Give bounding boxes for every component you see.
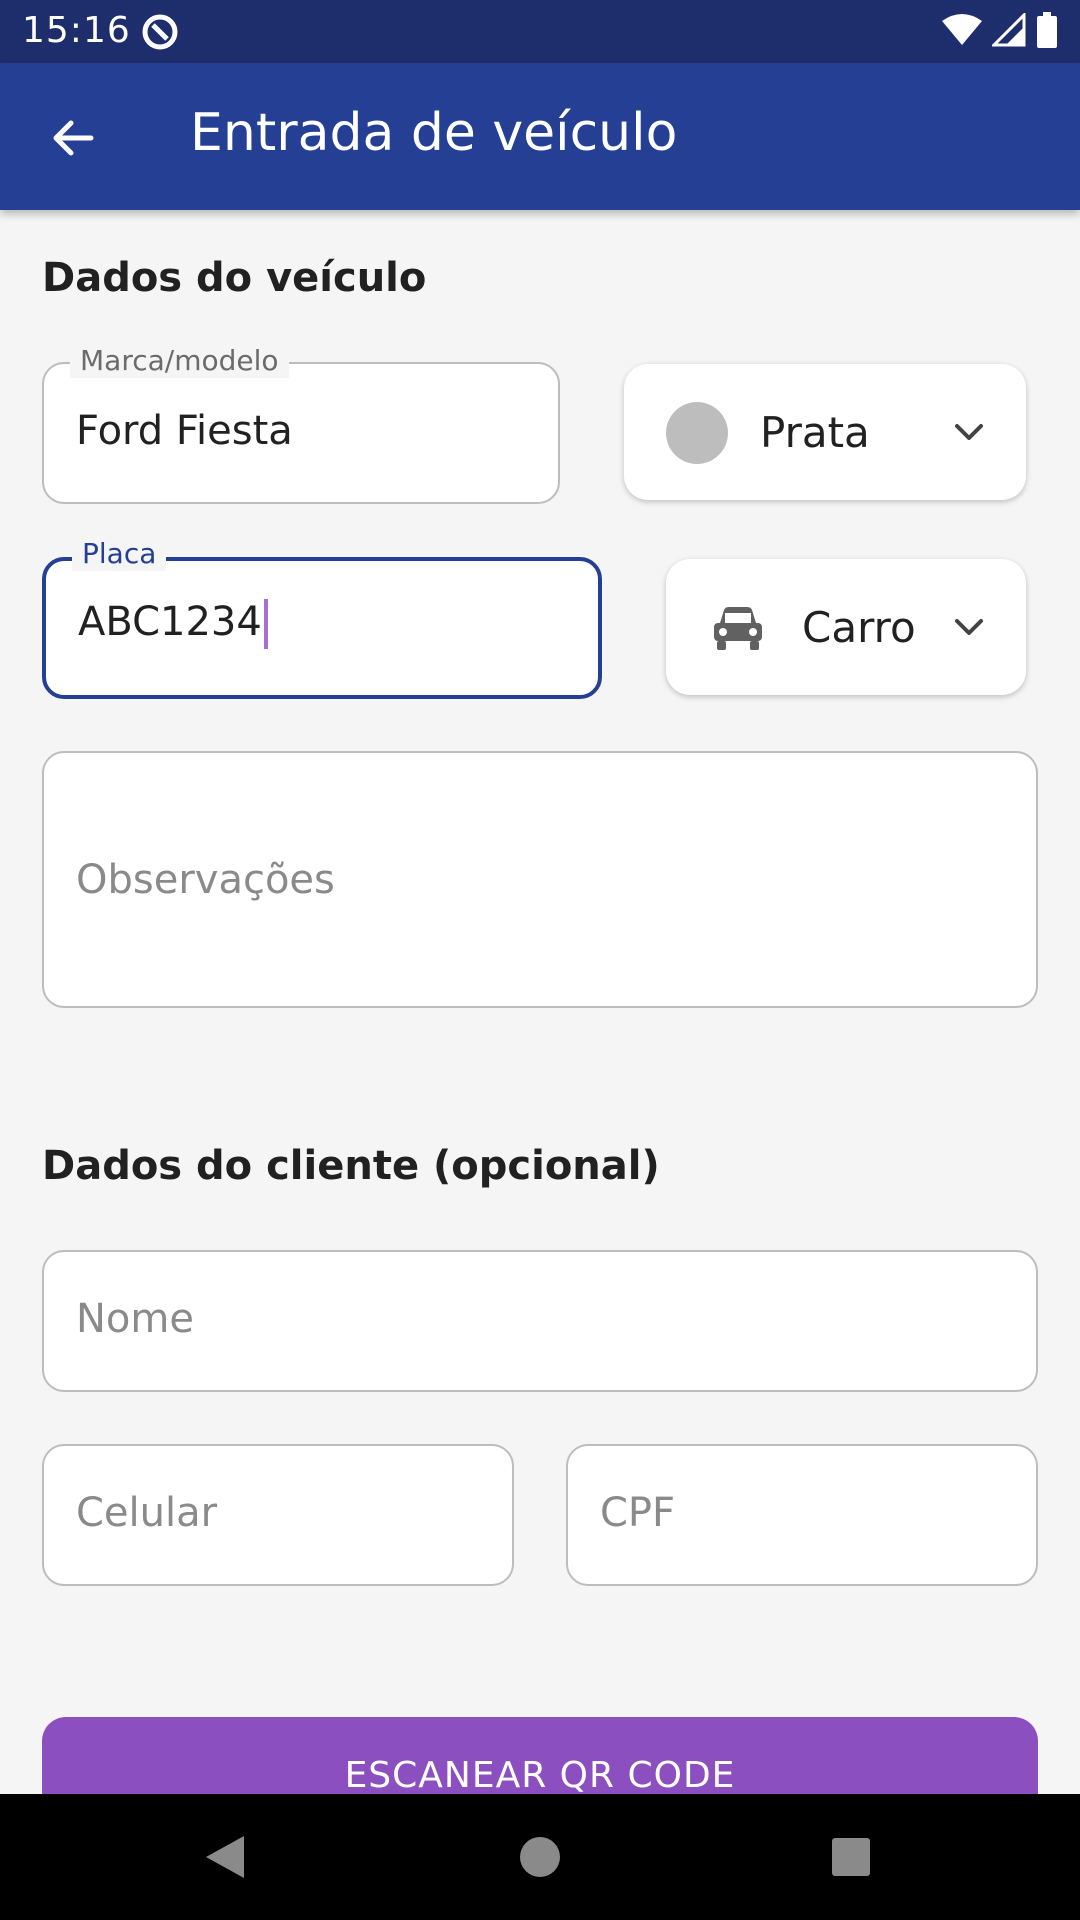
notification-app-icon [142,14,178,50]
plate-text: ABC1234 [78,599,262,645]
cpf-placeholder: CPF [600,1490,676,1536]
brand-model-value: Ford Fiesta [76,408,293,454]
brand-model-field[interactable]: Marca/modelo Ford Fiesta [42,344,560,504]
brand-model-label: Marca/modelo [70,344,289,378]
car-icon [714,607,762,650]
phone-field[interactable]: Celular [42,1444,514,1586]
status-time: 15:16 [22,10,131,51]
notes-field[interactable]: Observações [42,751,1038,1008]
system-nav-bar [0,1794,1080,1920]
chevron-down-icon [955,619,983,635]
color-select-value: Prata [760,408,870,457]
client-section-title: Dados do cliente (opcional) [42,1143,660,1189]
nav-back-icon[interactable] [200,1832,250,1882]
plate-field[interactable]: Placa ABC1234 [42,537,602,699]
arrow-back-icon [53,120,94,156]
text-caret [263,599,268,649]
notes-placeholder: Observações [76,857,335,903]
vehicle-type-value: Carro [802,603,916,652]
wifi-icon [942,14,982,45]
name-placeholder: Nome [76,1296,194,1342]
app-bar: Entrada de veículo [0,63,1080,210]
nav-recents-icon[interactable] [826,1832,876,1882]
vehicle-section-title: Dados do veículo [42,255,427,301]
name-field[interactable]: Nome [42,1250,1038,1392]
color-select[interactable]: Prata [624,364,1026,500]
plate-label: Placa [72,537,167,571]
page-title: Entrada de veículo [190,103,678,163]
chevron-down-icon [955,424,983,440]
color-swatch [666,402,728,464]
status-bar: 15:16 [0,0,1080,63]
vehicle-type-select[interactable]: Carro [666,559,1026,695]
nav-home-icon[interactable] [515,1832,565,1882]
plate-value: ABC1234 [78,599,268,649]
signal-icon [992,13,1026,47]
battery-icon [1037,12,1057,48]
phone-placeholder: Celular [76,1490,218,1536]
cpf-field[interactable]: CPF [566,1444,1038,1586]
back-button[interactable] [42,108,102,168]
